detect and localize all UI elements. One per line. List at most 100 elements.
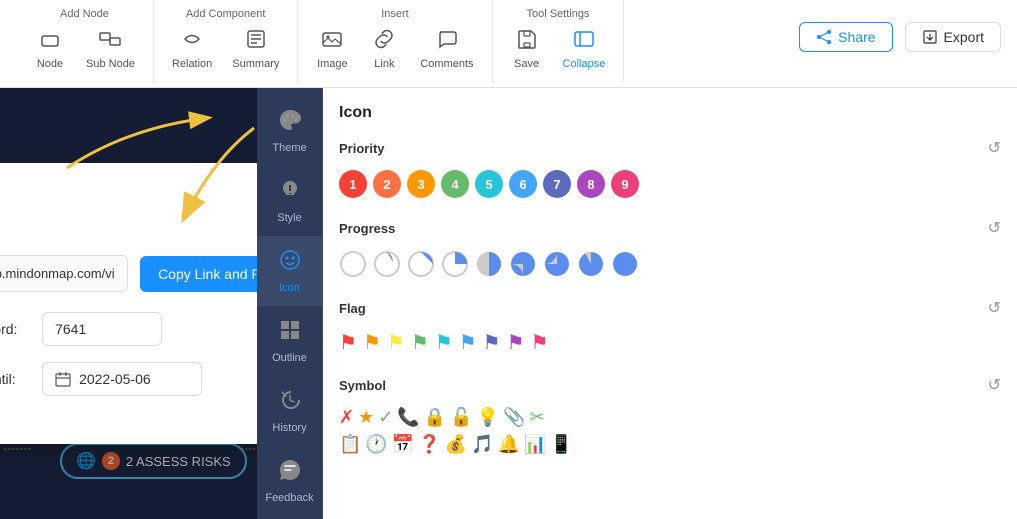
save-icon — [516, 28, 538, 56]
priority-6[interactable]: 6 — [509, 170, 537, 198]
symbol-clipboard[interactable]: 📋 — [339, 434, 361, 455]
toolbar-group-add-node: Add Node Node Sub Node — [16, 0, 154, 82]
toolbar-item-node[interactable]: Node — [28, 24, 72, 74]
progress-12[interactable] — [373, 250, 401, 278]
flag-red[interactable]: ⚑ — [339, 330, 357, 355]
priority-3[interactable]: 3 — [407, 170, 435, 198]
symbol-chart[interactable]: 📊 — [524, 434, 546, 455]
toolbar-item-summary[interactable]: Summary — [226, 24, 285, 74]
symbol-reset[interactable]: ↺ — [988, 375, 1001, 395]
export-button[interactable]: Export — [905, 22, 1001, 52]
progress-87[interactable] — [577, 250, 605, 278]
share-button[interactable]: Share — [799, 22, 892, 52]
progress-100[interactable] — [611, 250, 639, 278]
symbol-scissors[interactable]: ✂ — [529, 407, 544, 428]
icon-icon — [278, 248, 302, 278]
priority-5[interactable]: 5 — [475, 170, 503, 198]
priority-reset[interactable]: ↺ — [988, 138, 1001, 158]
date-value: 2022-05-06 — [79, 371, 151, 387]
theme-icon — [278, 108, 302, 138]
symbol-question[interactable]: ❓ — [418, 434, 440, 455]
priority-8[interactable]: 8 — [577, 170, 605, 198]
symbol-phone[interactable]: 📞 — [397, 407, 419, 428]
progress-0[interactable] — [339, 250, 367, 278]
toolbar-items-insert: Image Link Comments — [310, 24, 479, 74]
progress-header: Progress ↺ — [339, 218, 1001, 238]
progress-37[interactable] — [441, 250, 469, 278]
toolbar-items-add-component: Relation Summary — [166, 24, 285, 74]
props-panel-title: Icon — [339, 104, 1001, 122]
flag-pink[interactable]: ⚑ — [531, 330, 549, 355]
flag-indigo[interactable]: ⚑ — [483, 330, 501, 355]
password-input[interactable] — [42, 312, 162, 346]
history-label: History — [272, 422, 306, 434]
link-input[interactable] — [0, 255, 128, 292]
feedback-icon — [278, 458, 302, 488]
sidebar-item-outline[interactable]: Outline — [257, 306, 322, 376]
priority-4[interactable]: 4 — [441, 170, 469, 198]
toolbar-item-collapse[interactable]: Collapse — [557, 24, 612, 74]
progress-50[interactable] — [475, 250, 503, 278]
toolbar-item-link[interactable]: Link — [362, 24, 406, 74]
date-input-container[interactable]: 2022-05-06 — [42, 362, 202, 396]
password-label: Password: — [0, 321, 32, 337]
subnode-label: Sub Node — [86, 58, 135, 70]
theme-label: Theme — [272, 142, 306, 154]
flag-yellow[interactable]: ⚑ — [387, 330, 405, 355]
group-label-add-component: Add Component — [186, 8, 266, 20]
toolbar-item-subnode[interactable]: Sub Node — [80, 24, 141, 74]
symbol-lock[interactable]: 🔒 — [424, 407, 446, 428]
flag-header: Flag ↺ — [339, 298, 1001, 318]
symbol-row-1: ✗ ★ ✓ 📞 🔒 🔓 💡 📎 ✂ — [339, 407, 1001, 428]
priority-2[interactable]: 2 — [373, 170, 401, 198]
symbol-phone2[interactable]: 📱 — [550, 434, 572, 455]
toolbar-item-image[interactable]: Image — [310, 24, 354, 74]
flag-purple[interactable]: ⚑ — [507, 330, 525, 355]
comments-icon — [436, 28, 458, 56]
node-icon — [39, 28, 61, 56]
symbol-x[interactable]: ✗ — [339, 407, 354, 428]
toolbar-item-relation[interactable]: Relation — [166, 24, 218, 74]
sidebar-item-icon[interactable]: Icon — [257, 236, 322, 306]
flag-orange[interactable]: ⚑ — [363, 330, 381, 355]
toolbar-item-save[interactable]: Save — [505, 24, 549, 74]
symbol-money[interactable]: 💰 — [445, 434, 467, 455]
symbol-music[interactable]: 🎵 — [471, 434, 493, 455]
flag-label: Flag — [339, 301, 366, 316]
toolbar-item-comments[interactable]: Comments — [414, 24, 479, 74]
node-label: Node — [37, 58, 63, 70]
canvas-area: 🌐 2 2 ASSESS RISKS 🌐 4 4 MONITOR AND REG… — [0, 88, 257, 519]
progress-75[interactable] — [543, 250, 571, 278]
flag-blue[interactable]: ⚑ — [459, 330, 477, 355]
symbol-unlock[interactable]: 🔓 — [450, 407, 472, 428]
copy-link-button[interactable]: Copy Link and Password — [140, 256, 257, 292]
subnode-icon — [99, 28, 121, 56]
flag-teal[interactable]: ⚑ — [435, 330, 453, 355]
symbol-calendar[interactable]: 📅 — [392, 434, 414, 455]
symbol-bulb[interactable]: 💡 — [477, 407, 499, 428]
priority-row: 1 2 3 4 5 6 7 8 9 — [339, 170, 1001, 198]
priority-header: Priority ↺ — [339, 138, 1001, 158]
flag-reset[interactable]: ↺ — [988, 298, 1001, 318]
style-icon — [278, 178, 302, 208]
progress-reset[interactable]: ↺ — [988, 218, 1001, 238]
priority-7[interactable]: 7 — [543, 170, 571, 198]
flag-green[interactable]: ⚑ — [411, 330, 429, 355]
symbol-check[interactable]: ✓ — [378, 407, 393, 428]
priority-1[interactable]: 1 — [339, 170, 367, 198]
progress-62[interactable] — [509, 250, 537, 278]
outline-icon — [278, 318, 302, 348]
symbol-star[interactable]: ★ — [358, 407, 374, 428]
sidebar-item-style[interactable]: Style — [257, 166, 322, 236]
sidebar-item-feedback[interactable]: Feedback — [257, 446, 322, 516]
symbol-clip[interactable]: 📎 — [503, 407, 525, 428]
symbol-clock[interactable]: 🕐 — [365, 434, 387, 455]
symbol-section: Symbol ↺ ✗ ★ ✓ 📞 🔒 🔓 💡 📎 ✂ 📋 🕐 📅 ❓ 💰 — [339, 375, 1001, 455]
symbol-bell[interactable]: 🔔 — [498, 434, 520, 455]
priority-9[interactable]: 9 — [611, 170, 639, 198]
progress-25[interactable] — [407, 250, 435, 278]
sidebar-item-theme[interactable]: Theme — [257, 96, 322, 166]
sidebar-item-history[interactable]: History — [257, 376, 322, 446]
link-field-label: Link: — [0, 232, 257, 247]
comments-label: Comments — [420, 58, 473, 70]
